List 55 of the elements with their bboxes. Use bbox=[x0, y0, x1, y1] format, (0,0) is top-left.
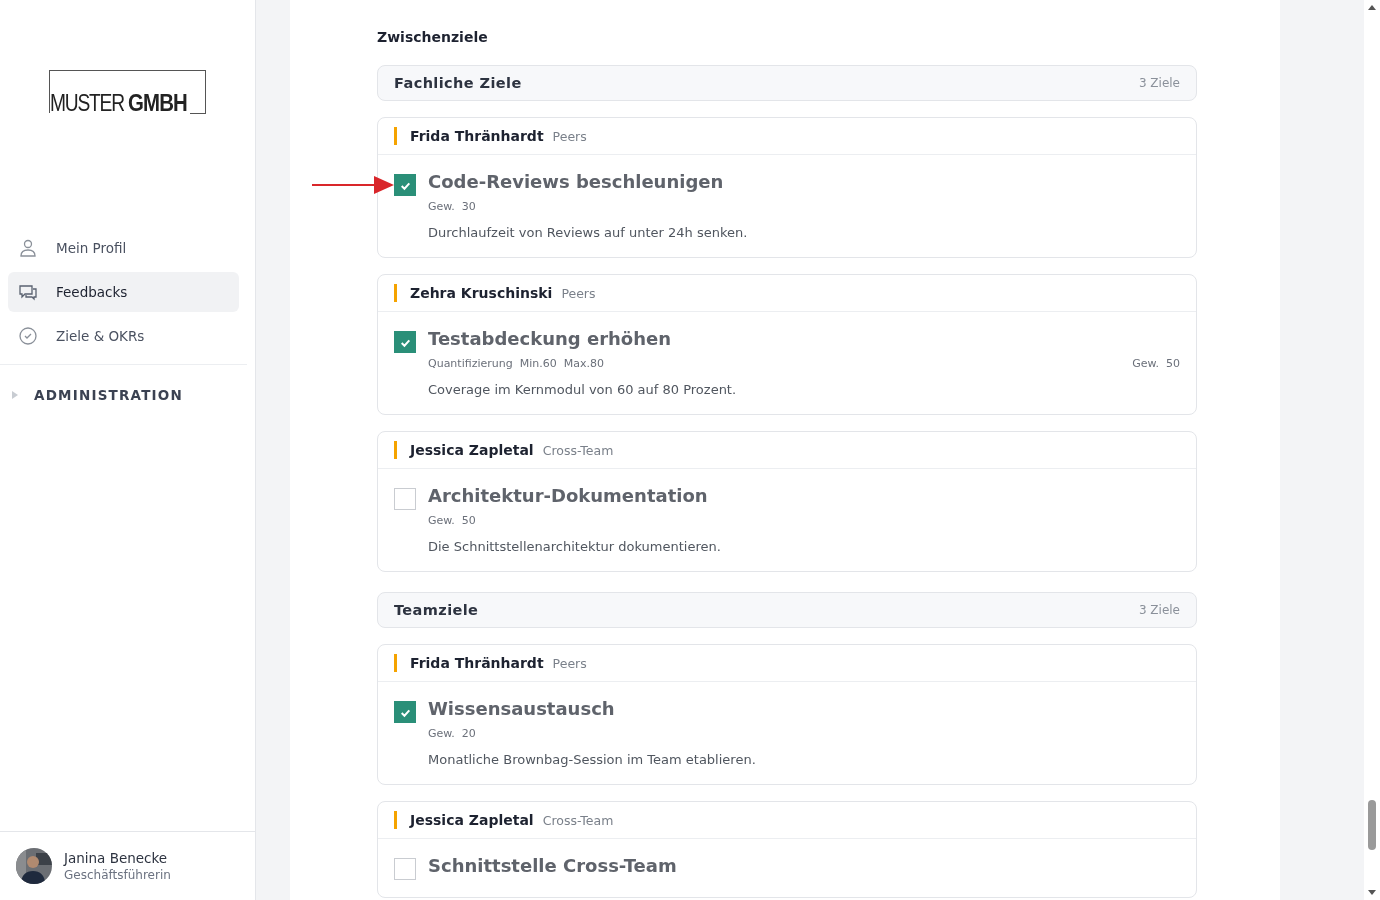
company-logo: MUSTER GMBH bbox=[48, 70, 207, 113]
goal-title: Testabdeckung erhöhen bbox=[428, 327, 673, 351]
scroll-down-icon[interactable] bbox=[1368, 890, 1376, 895]
chat-icon bbox=[18, 282, 38, 302]
relation-label: Cross-Team bbox=[542, 442, 614, 458]
relation-label: Peers bbox=[552, 655, 587, 671]
relation-label: Peers bbox=[552, 128, 587, 144]
goal-count: 3 Ziele bbox=[1138, 76, 1180, 90]
user-name: Janina Benecke bbox=[64, 850, 169, 866]
goal-title: Architektur-Dokumentation bbox=[428, 484, 709, 508]
goal-title: Wissensaustausch bbox=[428, 697, 616, 721]
person-name: Jessica Zapletal bbox=[410, 812, 534, 828]
person-name: Frida Thränhardt bbox=[410, 128, 544, 144]
nav-item[interactable]: Feedbacks bbox=[8, 272, 239, 312]
weight-label: Gew. 30 bbox=[428, 200, 476, 213]
weight-label: Gew. 50 bbox=[1132, 357, 1180, 370]
person-name: Zehra Kruschinski bbox=[410, 285, 553, 301]
goal-count: 3 Ziele bbox=[1138, 603, 1180, 617]
checkbox[interactable] bbox=[394, 488, 416, 510]
checkbox[interactable] bbox=[394, 858, 416, 880]
goal-description: Durchlaufzeit von Reviews auf unter 24h senken. bbox=[428, 225, 749, 240]
checkbox[interactable] bbox=[394, 331, 416, 353]
group-title: Teamziele bbox=[394, 602, 479, 618]
checkbox[interactable] bbox=[394, 174, 416, 196]
admin-section[interactable]: ADMINISTRATION bbox=[0, 365, 255, 403]
check-circle-icon bbox=[18, 326, 38, 346]
nav-item[interactable]: Ziele & OKRs bbox=[8, 316, 239, 356]
section-heading: Zwischenziele bbox=[377, 29, 489, 45]
person-icon bbox=[18, 238, 38, 258]
person-name: Frida Thränhardt bbox=[410, 655, 544, 671]
group-title: Fachliche Ziele bbox=[394, 75, 522, 91]
goal-description: Coverage im Kernmodul von 60 auf 80 Prozent. bbox=[428, 382, 738, 397]
user-role: Geschäftsführerin bbox=[64, 868, 171, 882]
weight-label: Gew. 20 bbox=[428, 727, 476, 740]
group-header[interactable]: Fachliche Ziele 3 Ziele bbox=[377, 65, 1197, 101]
goal-description: Die Schnittstellenarchitektur dokumentieren. bbox=[428, 539, 722, 554]
goal-title: Schnittstelle Cross-Team bbox=[428, 854, 678, 878]
accent-bar bbox=[394, 284, 397, 302]
quantification-label: Quantifizierung Min.60 Max.80 bbox=[428, 357, 604, 370]
accent-bar bbox=[394, 441, 397, 459]
goal-description: Monatliche Brownbag-Session im Team etablieren. bbox=[428, 752, 757, 767]
goal-title: Code-Reviews beschleunigen bbox=[428, 170, 725, 194]
scroll-up-icon[interactable] bbox=[1368, 5, 1376, 10]
checkbox[interactable] bbox=[394, 701, 416, 723]
relation-label: Peers bbox=[561, 285, 596, 301]
caret-icon bbox=[12, 391, 18, 399]
relation-label: Cross-Team bbox=[542, 812, 614, 828]
weight-label: Gew. 50 bbox=[428, 514, 476, 527]
group-header[interactable]: Teamziele 3 Ziele bbox=[377, 592, 1197, 628]
accent-bar bbox=[394, 127, 397, 145]
person-name: Jessica Zapletal bbox=[410, 442, 534, 458]
scrollbar-thumb[interactable] bbox=[1368, 800, 1376, 850]
nav-item[interactable]: Mein Profil bbox=[8, 228, 239, 268]
accent-bar bbox=[394, 654, 397, 672]
accent-bar bbox=[394, 811, 397, 829]
